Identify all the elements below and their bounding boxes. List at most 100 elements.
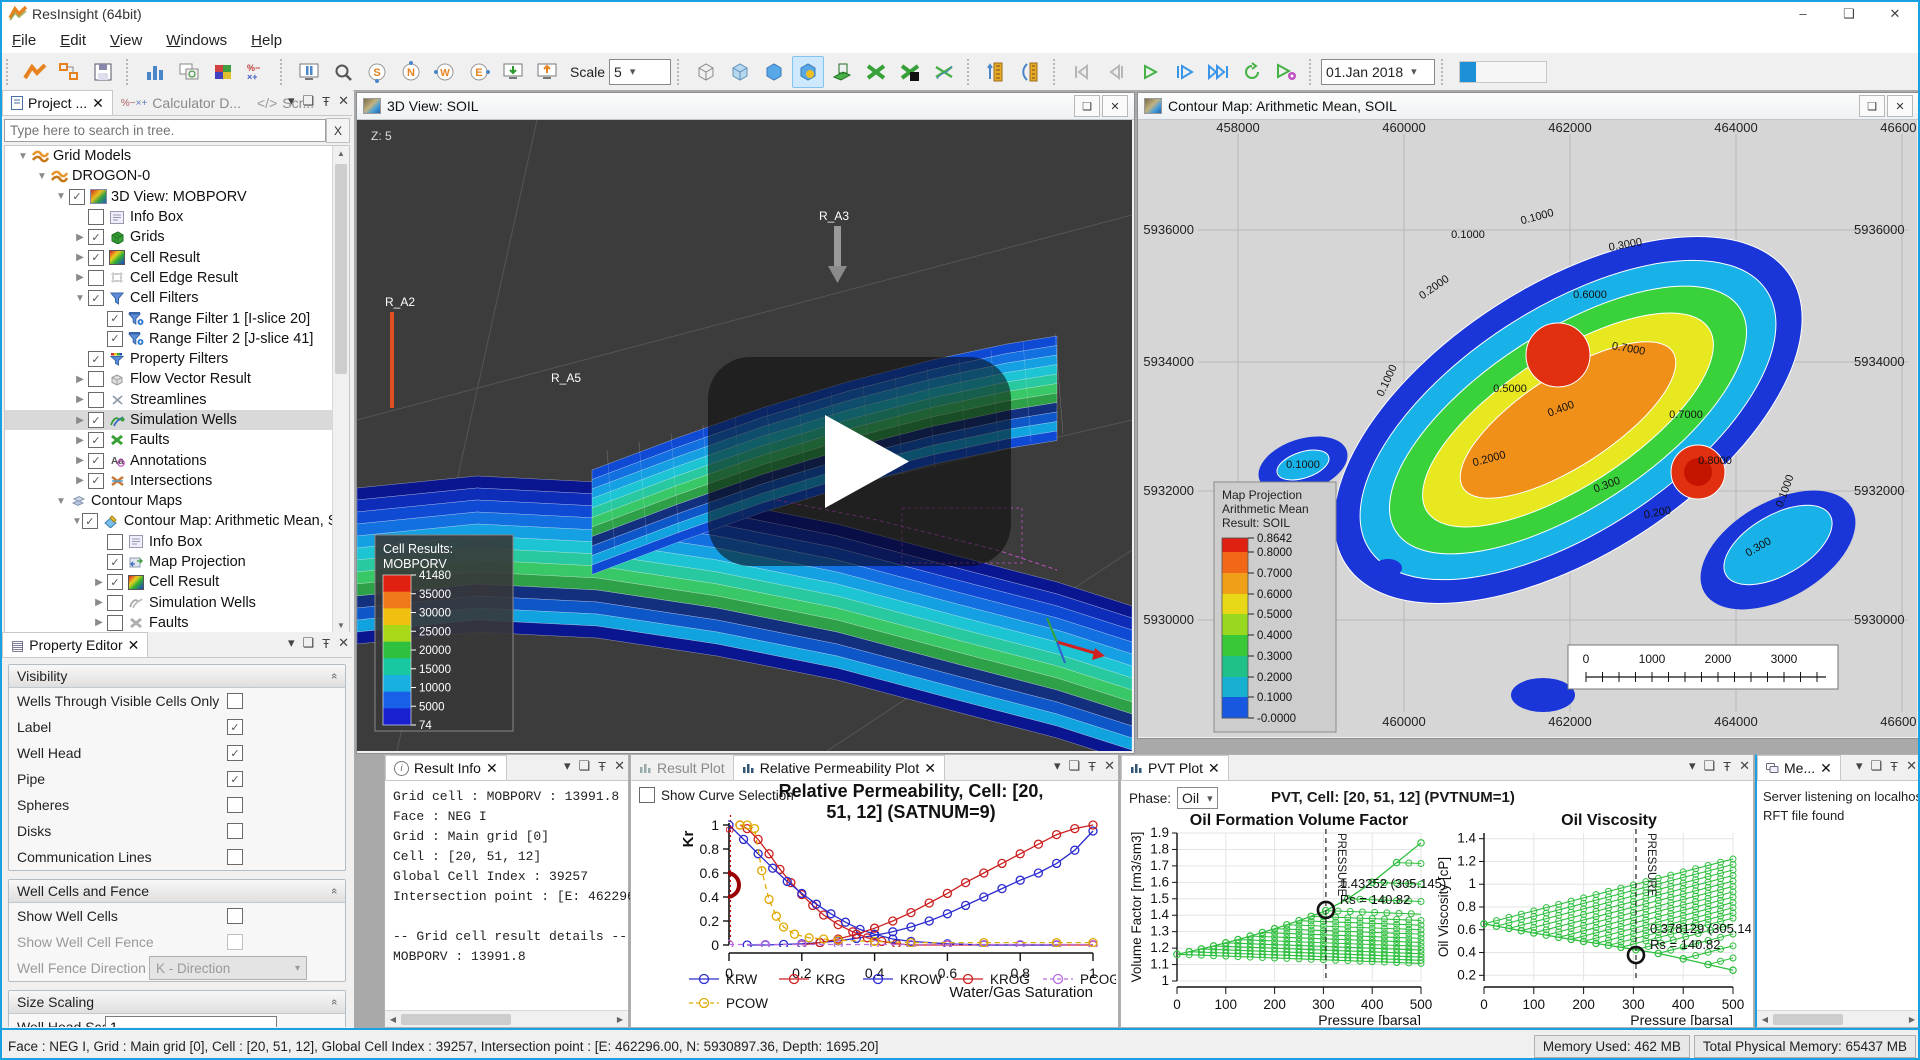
snapshot-button-icon[interactable] [173, 56, 205, 88]
expander-icon[interactable]: ▶ [72, 415, 88, 426]
view-east-button-icon[interactable]: E [463, 56, 495, 88]
tree-checkbox[interactable] [88, 392, 104, 408]
cube-solid-button-icon[interactable] [758, 56, 790, 88]
resinsight-logo-button-icon[interactable] [19, 56, 51, 88]
tree-item-flow-vector-result[interactable]: ▶Flow Vector Result [5, 369, 349, 389]
view-down-button-icon[interactable] [497, 56, 529, 88]
tab-result-plot[interactable]: Result Plot [631, 756, 733, 780]
anim-repeat-button-icon[interactable] [1236, 56, 1268, 88]
expander-icon[interactable]: ▼ [72, 293, 88, 304]
dock-float-icon[interactable]: ❏ [1703, 758, 1715, 774]
tab-close-icon[interactable]: ✕ [486, 760, 498, 777]
mdi-close-button[interactable]: ✕ [1102, 95, 1128, 117]
tree-item-grid-models[interactable]: ▼Grid Models [5, 146, 349, 166]
tree-item-contour-map-arithmetic-mean-soil[interactable]: ▼✓Contour Map: Arithmetic Mean, SOIL [5, 511, 349, 531]
dock-menu-icon[interactable]: ▾ [1054, 758, 1061, 774]
dock-pin-icon[interactable]: Ŧ [322, 636, 330, 651]
result-info-hscrollbar[interactable]: ◀▶ [385, 1010, 628, 1027]
tree-checkbox[interactable]: ✓ [88, 432, 104, 448]
dock-menu-icon[interactable]: ▾ [1689, 758, 1696, 774]
tree-item-info-box[interactable]: Info Box [5, 207, 349, 227]
zoom-all-button-icon[interactable] [327, 56, 359, 88]
search-clear-button[interactable]: X [326, 118, 350, 143]
tree-checkbox[interactable] [88, 209, 104, 225]
phase-select[interactable]: Oil▾ [1177, 787, 1218, 809]
mdi-restore-button[interactable]: ❏ [1859, 95, 1885, 117]
tree-item-streamlines[interactable]: ▶Streamlines [5, 390, 349, 410]
tree-item-grids[interactable]: ▶✓Grids [5, 227, 349, 247]
tree-checkbox[interactable]: ✓ [88, 412, 104, 428]
expander-icon[interactable]: ▶ [72, 455, 88, 466]
messages-hscrollbar[interactable]: ◀▶ [1757, 1010, 1920, 1027]
tree-checkbox[interactable] [107, 595, 123, 611]
grid-statistics-button-icon[interactable] [207, 56, 239, 88]
tab-property-editor[interactable]: ▤ Property Editor ✕ [2, 632, 148, 657]
tree-item-faults[interactable]: ▶Faults [5, 613, 349, 633]
tree-checkbox[interactable]: ✓ [88, 229, 104, 245]
prop-checkbox[interactable] [227, 693, 243, 709]
tree-item-simulation-wells[interactable]: ▶Simulation Wells [5, 593, 349, 613]
tab-close-icon[interactable]: ✕ [128, 637, 140, 654]
expander-icon[interactable]: ▶ [91, 597, 107, 608]
polyline-intersection-button-icon[interactable] [928, 56, 960, 88]
dock-float-icon[interactable]: ❏ [302, 93, 314, 109]
dock-pin-icon[interactable]: Ŧ [598, 759, 606, 774]
video-play-overlay[interactable] [708, 357, 1011, 566]
anim-end-button-icon[interactable] [1202, 56, 1234, 88]
project-tree-button-icon[interactable] [53, 56, 85, 88]
menu-windows[interactable]: Windows [154, 29, 239, 52]
tree-checkbox[interactable]: ✓ [69, 189, 85, 205]
tree-checkbox[interactable]: ✓ [82, 513, 98, 529]
expander-icon[interactable]: ▶ [91, 617, 107, 628]
expander-icon[interactable]: ▶ [72, 435, 88, 446]
calculator-button-icon[interactable]: %−×+ [241, 56, 273, 88]
dock-close-icon[interactable]: ✕ [1104, 758, 1115, 774]
tree-checkbox[interactable]: ✓ [88, 250, 104, 266]
contour-map-viewport[interactable]: 0.10000.10000.30000.20000.60000.70000.10… [1138, 120, 1917, 737]
tab-pvt-plot[interactable]: PVT Plot ✕ [1121, 755, 1229, 780]
prop-checkbox[interactable] [227, 823, 243, 839]
tree-scrollbar[interactable]: ▲ ▼ [332, 146, 349, 633]
cube-mesh-button-icon[interactable] [724, 56, 756, 88]
prop-checkbox[interactable] [227, 908, 243, 924]
mdi-restore-button[interactable]: ❏ [1074, 95, 1100, 117]
tree-item-annotations[interactable]: ▶✓AaAnnotations [5, 450, 349, 470]
tree-checkbox[interactable] [88, 371, 104, 387]
tree-item-3d-view-mobporv[interactable]: ▼✓3D View: MOBPORV [5, 187, 349, 207]
tree-item-contour-maps[interactable]: ▼Contour Maps [5, 491, 349, 511]
tree-item-drogon-0[interactable]: ▼DROGON-0 [5, 166, 349, 186]
tree-item-info-box[interactable]: Info Box [5, 532, 349, 552]
intersection-edit-button-icon[interactable] [894, 56, 926, 88]
view-north-button-icon[interactable]: N [395, 56, 427, 88]
dock-menu-icon[interactable]: ▾ [288, 93, 295, 109]
anim-step-back-button-icon[interactable] [1100, 56, 1132, 88]
dock-pin-icon[interactable]: Ŧ [1723, 759, 1731, 774]
tree-checkbox[interactable] [88, 270, 104, 286]
tree-item-intersections[interactable]: ▶✓Intersections [5, 471, 349, 491]
collapse-icon[interactable]: « [328, 999, 340, 1005]
split-view-button-icon[interactable] [293, 56, 325, 88]
prop-checkbox[interactable] [227, 934, 243, 950]
tab-close-icon[interactable]: ✕ [1208, 760, 1220, 777]
tab-relperm-plot[interactable]: Relative Permeability Plot ✕ [733, 755, 945, 780]
tab-close-icon[interactable]: ✕ [1820, 760, 1832, 777]
tree-checkbox[interactable] [107, 615, 123, 631]
expander-icon[interactable]: ▶ [72, 272, 88, 283]
tree-checkbox[interactable]: ✓ [107, 554, 123, 570]
anim-play-from-start-button-icon[interactable] [1168, 56, 1200, 88]
cube-selected-button-icon[interactable] [792, 56, 824, 88]
dock-float-icon[interactable]: ❏ [578, 758, 590, 774]
tree-item-cell-result[interactable]: ▶✓Cell Result [5, 247, 349, 267]
menu-edit[interactable]: Edit [48, 29, 98, 52]
tree-item-range-filter-2-j-slice-41-[interactable]: ✓Range Filter 2 [J-slice 41] [5, 329, 349, 349]
tab-close-icon[interactable]: ✕ [92, 95, 104, 112]
tree-item-cell-edge-result[interactable]: ▶Cell Edge Result [5, 268, 349, 288]
dock-float-icon[interactable]: ❏ [1068, 758, 1080, 774]
tree-checkbox[interactable]: ✓ [88, 453, 104, 469]
dock-menu-icon[interactable]: ▾ [564, 758, 571, 774]
view-up-button-icon[interactable] [531, 56, 563, 88]
dock-pin-icon[interactable]: Ŧ [1890, 759, 1898, 774]
expander-icon[interactable]: ▼ [15, 151, 31, 162]
collapse-icon[interactable]: « [328, 673, 340, 679]
tree-item-simulation-wells[interactable]: ▶✓Simulation Wells [5, 410, 349, 430]
